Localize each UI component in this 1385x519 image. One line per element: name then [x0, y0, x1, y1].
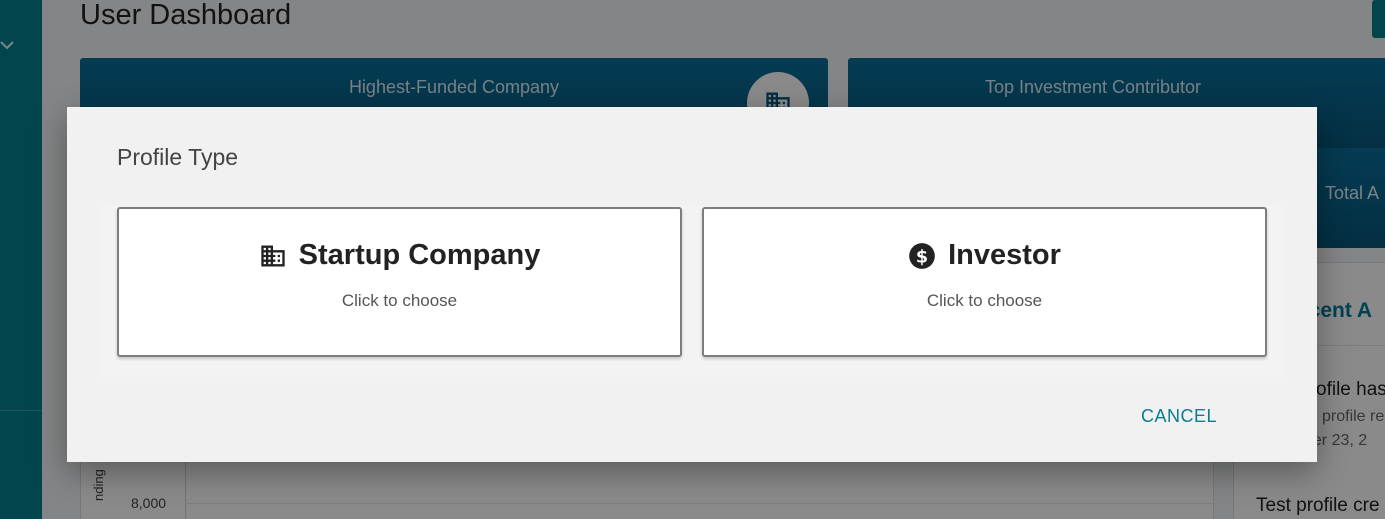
- profile-type-options: Startup Company Click to choose $ Invest…: [100, 205, 1284, 377]
- svg-text:$: $: [916, 247, 928, 267]
- dollar-circle-icon: $: [908, 242, 936, 270]
- option-label: Investor: [948, 239, 1061, 271]
- profile-type-dialog: Profile Type Startup Company Click to ch…: [67, 107, 1317, 462]
- dialog-title: Profile Type: [117, 144, 239, 170]
- investor-option[interactable]: $ Investor Click to choose: [702, 207, 1267, 357]
- cancel-button[interactable]: CANCEL: [1141, 406, 1217, 427]
- option-subtitle: Click to choose: [341, 291, 458, 310]
- option-title: $ Investor: [704, 239, 1265, 272]
- option-subtitle: Click to choose: [926, 291, 1043, 310]
- option-title: Startup Company: [119, 239, 680, 272]
- option-label: Startup Company: [298, 239, 541, 271]
- startup-company-option[interactable]: Startup Company Click to choose: [117, 207, 682, 357]
- building-icon: [259, 242, 287, 270]
- app-page: User Dashboard Highest-Funded Company To…: [0, 0, 1385, 519]
